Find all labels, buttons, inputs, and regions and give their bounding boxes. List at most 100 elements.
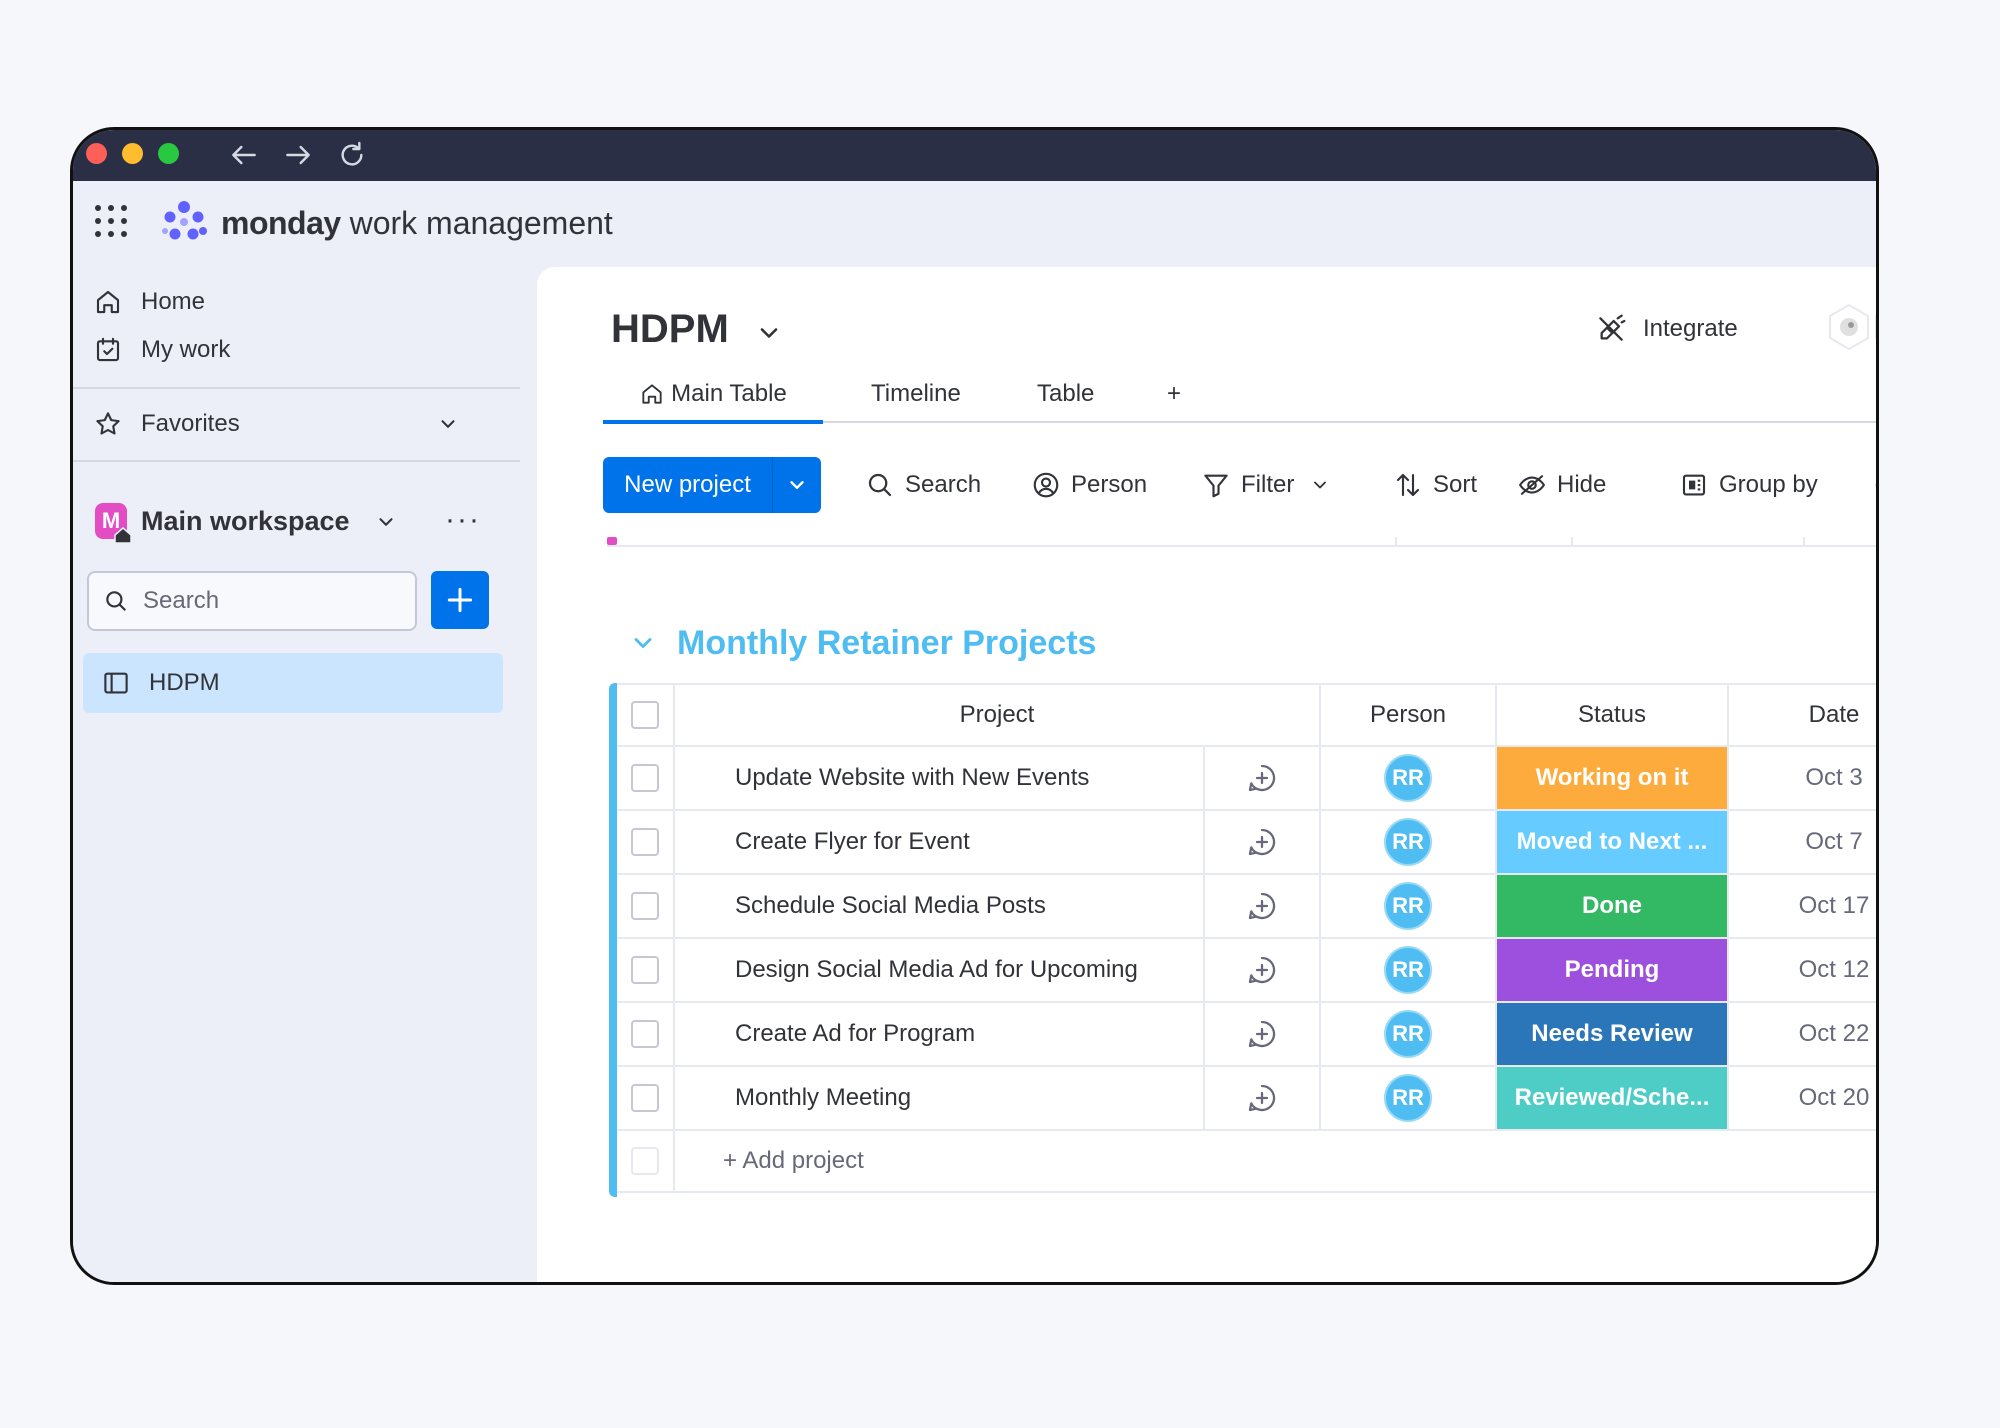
status-label: Pending (1497, 939, 1727, 1001)
chevron-down-icon[interactable] (375, 511, 397, 533)
minimize-window-button[interactable] (122, 143, 143, 164)
select-all-checkbox[interactable] (631, 701, 659, 729)
project-cell[interactable]: Update Website with New Events (675, 747, 1205, 809)
add-project-row[interactable]: + Add project (617, 1131, 1876, 1193)
tab-table[interactable]: Table (1037, 367, 1094, 421)
table-row[interactable]: Design Social Media Ad for Upcoming RR P… (617, 939, 1876, 1003)
column-header-date[interactable]: Date (1729, 685, 1876, 745)
project-cell[interactable]: Monthly Meeting (675, 1067, 1205, 1129)
board-title[interactable]: HDPM (611, 305, 729, 353)
status-cell[interactable]: Pending (1497, 939, 1729, 1001)
sidebar-item-home[interactable]: Home (93, 277, 205, 327)
sidebar-item-board[interactable]: HDPM (83, 653, 503, 713)
board-toolbar: New project Search Person Filter Sort Hi… (603, 457, 1876, 517)
status-cell[interactable]: Reviewed/Sche... (1497, 1067, 1729, 1129)
integrate-button[interactable]: Integrate (1595, 307, 1738, 351)
group-color-bar (609, 683, 617, 1197)
add-project-input[interactable]: + Add project (675, 1131, 1675, 1191)
sort-button[interactable]: Sort (1393, 457, 1477, 513)
filter-button[interactable]: Filter (1201, 457, 1330, 513)
more-options-button[interactable]: ··· (1873, 457, 1876, 513)
row-checkbox-cell (617, 939, 675, 1001)
date-cell[interactable]: Oct 12 (1729, 939, 1876, 1001)
workspace-name[interactable]: Main workspace (141, 503, 350, 539)
person-cell[interactable]: RR (1321, 939, 1497, 1001)
row-checkbox[interactable] (631, 956, 659, 984)
column-header-project[interactable]: Project (675, 685, 1321, 745)
date-cell[interactable]: Oct 7 (1729, 811, 1876, 873)
project-cell[interactable]: Create Ad for Program (675, 1003, 1205, 1065)
star-icon (96, 412, 120, 435)
table-row[interactable]: Create Flyer for Event RR Moved to Next … (617, 811, 1876, 875)
project-cell[interactable]: Design Social Media Ad for Upcoming (675, 939, 1205, 1001)
table-row[interactable]: Update Website with New Events RR Workin… (617, 747, 1876, 811)
table-row[interactable]: Create Ad for Program RR Needs Review Oc… (617, 1003, 1876, 1067)
tab-main-table[interactable]: Main Table (603, 367, 823, 424)
add-item-button[interactable] (431, 571, 489, 629)
close-window-button[interactable] (86, 143, 107, 164)
tab-timeline[interactable]: Timeline (871, 367, 961, 421)
add-update-cell[interactable] (1205, 939, 1321, 1001)
sidebar-item-favorites[interactable]: Favorites (93, 399, 493, 449)
new-project-button[interactable]: New project (603, 457, 773, 513)
add-update-cell[interactable] (1205, 875, 1321, 937)
column-header-person[interactable]: Person (1321, 685, 1497, 745)
avatar: RR (1384, 754, 1432, 802)
row-checkbox[interactable] (631, 1020, 659, 1048)
project-cell[interactable]: Create Flyer for Event (675, 811, 1205, 873)
status-cell[interactable]: Working on it (1497, 747, 1729, 809)
new-project-dropdown[interactable] (773, 457, 821, 513)
person-cell[interactable]: RR (1321, 1003, 1497, 1065)
column-header-status[interactable]: Status (1497, 685, 1729, 745)
add-view-button[interactable]: + (1167, 367, 1181, 421)
add-update-cell[interactable] (1205, 1003, 1321, 1065)
back-button[interactable] (225, 136, 263, 174)
date-cell[interactable]: Oct 20 (1729, 1067, 1876, 1129)
forward-button[interactable] (279, 136, 317, 174)
integrate-label: Integrate (1643, 315, 1738, 342)
person-cell[interactable]: RR (1321, 1067, 1497, 1129)
person-filter-button[interactable]: Person (1031, 457, 1147, 513)
row-checkbox[interactable] (631, 828, 659, 856)
date-cell[interactable]: Oct 17 (1729, 875, 1876, 937)
search-button[interactable]: Search (865, 457, 981, 513)
chevron-down-icon[interactable] (629, 629, 657, 657)
sidebar-search-input[interactable] (143, 587, 373, 615)
row-checkbox[interactable] (631, 1084, 659, 1112)
mailchimp-icon[interactable] (1827, 303, 1871, 351)
date-cell[interactable]: Oct 3 (1729, 747, 1876, 809)
person-cell[interactable]: RR (1321, 811, 1497, 873)
hide-button[interactable]: Hide (1517, 457, 1606, 513)
row-checkbox[interactable] (631, 764, 659, 792)
workspace-more-button[interactable]: ··· (445, 505, 481, 535)
row-checkbox (631, 1147, 659, 1175)
project-cell[interactable]: Schedule Social Media Posts (675, 875, 1205, 937)
maximize-window-button[interactable] (158, 143, 179, 164)
row-checkbox-cell (617, 1131, 675, 1191)
status-label: Working on it (1497, 747, 1727, 809)
status-cell[interactable]: Needs Review (1497, 1003, 1729, 1065)
grid-icon[interactable] (93, 203, 129, 239)
person-cell[interactable]: RR (1321, 747, 1497, 809)
monday-logo-icon (162, 201, 207, 240)
group-title[interactable]: Monthly Retainer Projects (677, 623, 1096, 663)
chevron-down-icon[interactable] (755, 319, 783, 347)
row-checkbox-cell (617, 1003, 675, 1065)
table-row[interactable]: Schedule Social Media Posts RR Done Oct … (617, 875, 1876, 939)
sidebar-item-my-work[interactable]: My work (93, 325, 230, 375)
person-cell[interactable]: RR (1321, 875, 1497, 937)
table-row[interactable]: Monthly Meeting RR Reviewed/Sche... Oct … (617, 1067, 1876, 1131)
status-cell[interactable]: Done (1497, 875, 1729, 937)
row-checkbox[interactable] (631, 892, 659, 920)
add-update-cell[interactable] (1205, 747, 1321, 809)
add-update-cell[interactable] (1205, 811, 1321, 873)
hubspot-icon[interactable] (1873, 303, 1879, 351)
reload-button[interactable] (333, 136, 371, 174)
previous-group-border (607, 545, 1876, 547)
add-update-cell[interactable] (1205, 1067, 1321, 1129)
sidebar-divider (73, 460, 520, 462)
group-by-button[interactable]: Group by (1679, 457, 1818, 513)
date-cell[interactable]: Oct 22 (1729, 1003, 1876, 1065)
sidebar-search[interactable] (87, 571, 417, 631)
status-cell[interactable]: Moved to Next ... (1497, 811, 1729, 873)
